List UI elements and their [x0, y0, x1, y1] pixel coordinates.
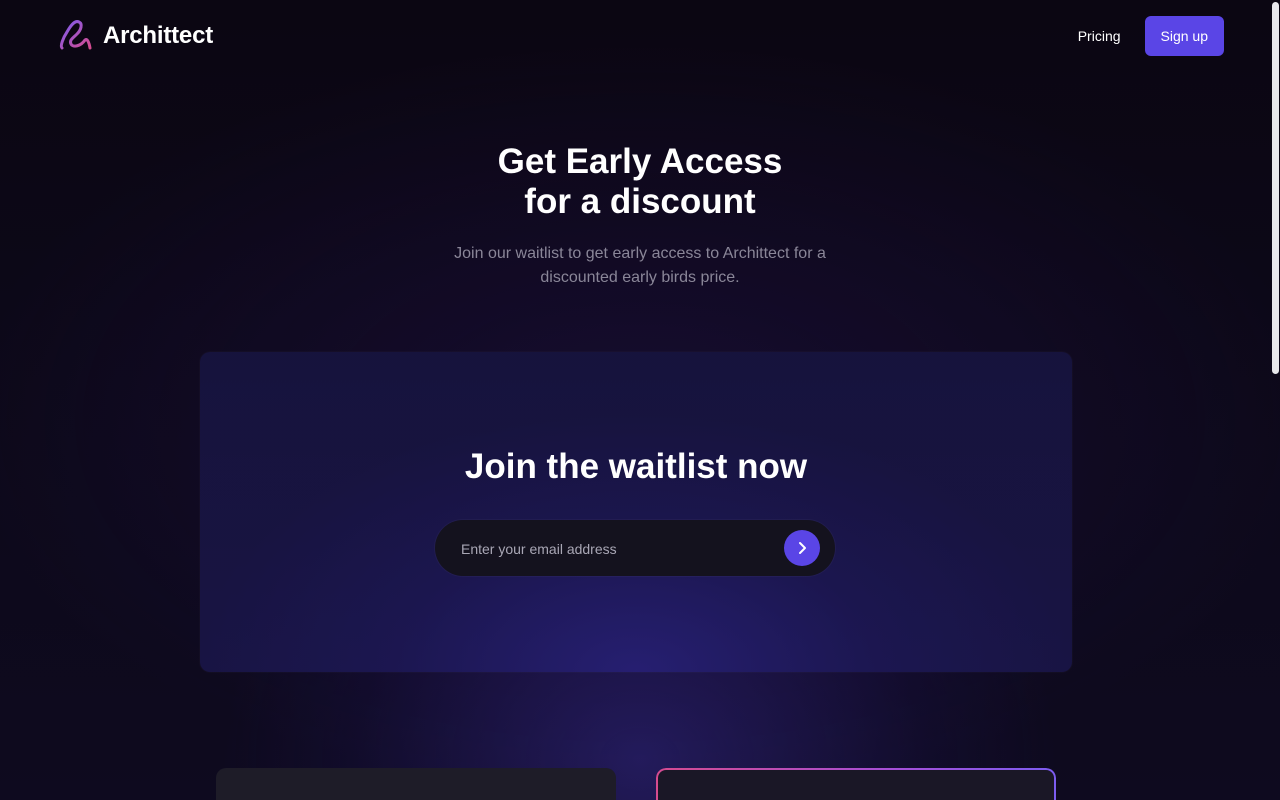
plan-card-basic [216, 768, 616, 800]
hero-title-line1: Get Early Access [497, 142, 783, 181]
chevron-right-icon [799, 542, 806, 554]
scrollbar[interactable] [1271, 0, 1280, 800]
waitlist-title: Join the waitlist now [464, 447, 808, 486]
hero-subtitle: Join our waitlist to get early access to… [454, 245, 826, 286]
waitlist-card: Join the waitlist now [200, 352, 1072, 672]
brand-name: Archittect [103, 22, 214, 49]
email-form [435, 520, 835, 578]
hero-section: Get Early Access for a discount Join our… [0, 142, 1280, 290]
archittect-logo-icon [59, 20, 92, 50]
site-header: Archittect Pricing Sign up [0, 0, 1280, 72]
plan-card-featured [656, 768, 1056, 800]
pricing-link[interactable]: Pricing [1078, 28, 1121, 44]
scrollbar-thumb[interactable] [1272, 2, 1279, 374]
hero-title-line2: for a discount [524, 182, 756, 221]
signup-button[interactable]: Sign up [1144, 16, 1224, 56]
submit-email-button[interactable] [784, 530, 820, 566]
email-input[interactable] [459, 520, 763, 578]
brand[interactable]: Archittect [57, 18, 213, 54]
top-nav: Pricing Sign up [1078, 16, 1224, 56]
hero-title: Get Early Access for a discount [0, 142, 1280, 222]
